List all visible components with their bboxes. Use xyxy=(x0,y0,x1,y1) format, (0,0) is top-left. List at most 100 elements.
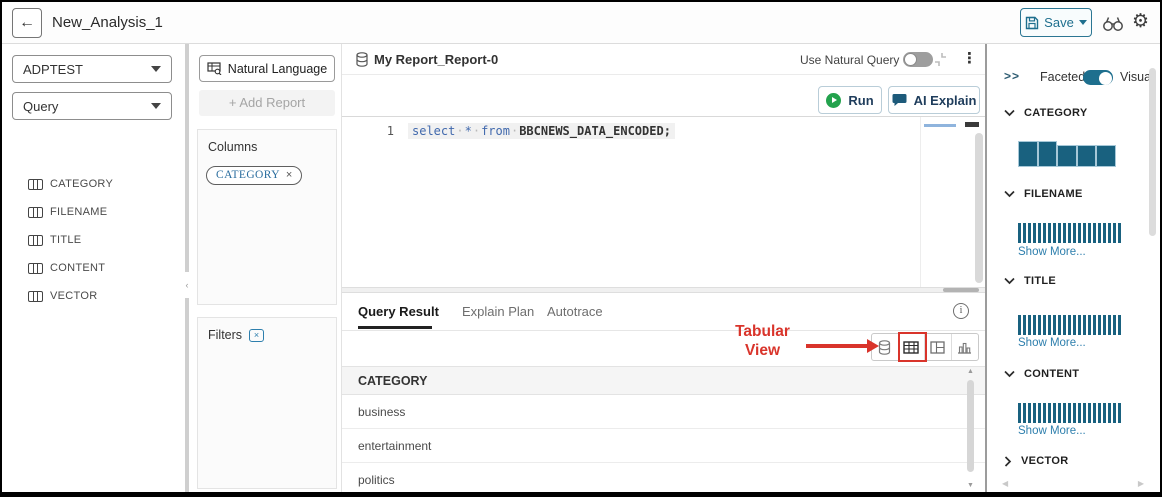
info-icon[interactable]: i xyxy=(953,303,969,319)
scrollbar-thumb[interactable] xyxy=(1149,68,1156,236)
facet-content-header[interactable]: CONTENT xyxy=(987,368,1160,380)
chip-remove-icon[interactable]: × xyxy=(286,169,292,181)
kebab-menu-icon[interactable]: ⋮ xyxy=(962,49,977,67)
report-header: My Report_Report-0 Use Natural Query ⋮ xyxy=(342,44,985,75)
facet-name: TITLE xyxy=(1024,275,1056,287)
column-chip-label: CATEGORY xyxy=(216,169,280,181)
table-row[interactable]: business xyxy=(342,395,985,429)
collapse-editor-icon[interactable] xyxy=(933,52,948,67)
back-button[interactable]: ← xyxy=(12,8,42,38)
result-view-switcher xyxy=(871,333,979,361)
category-histogram[interactable] xyxy=(1018,141,1116,167)
facet-title: TITLE xyxy=(987,275,1160,287)
column-item-title[interactable]: TITLE xyxy=(28,226,113,254)
schema-dropdown[interactable]: ADPTEST xyxy=(12,55,172,83)
table-column-icon xyxy=(28,179,43,190)
chevron-right-icon xyxy=(1004,456,1012,467)
chart-view-icon[interactable] xyxy=(952,334,978,360)
line-number: 1 xyxy=(380,124,394,138)
column-item-content[interactable]: CONTENT xyxy=(28,254,113,282)
active-tab-underline xyxy=(358,326,432,329)
column-item-label: FILENAME xyxy=(50,206,107,218)
results-scrollbar-thumb[interactable] xyxy=(967,380,974,472)
editor-scrollbar-handle[interactable] xyxy=(965,122,979,127)
chevron-down-icon xyxy=(1004,277,1015,285)
editor-vertical-scrollbar[interactable] xyxy=(975,133,983,283)
object-type-dropdown[interactable]: Query xyxy=(12,92,172,120)
ai-explain-label: AI Explain xyxy=(914,93,977,108)
annotation-arrow xyxy=(806,344,868,348)
facet-category-header[interactable]: CATEGORY xyxy=(987,107,1160,119)
top-bar: ← New_Analysis_1 Save ⚙ xyxy=(2,2,1160,44)
facet-filename-header[interactable]: FILENAME xyxy=(987,188,1160,200)
splitter-collapse-handle[interactable]: ‹ xyxy=(183,272,191,298)
natural-language-button[interactable]: Natural Language xyxy=(199,55,335,82)
faceted-visual-toggle[interactable] xyxy=(1083,70,1113,85)
results-tabs: Query Result Explain Plan Autotrace i xyxy=(342,293,985,331)
splitter-drag-pill[interactable] xyxy=(943,288,979,292)
results-scrollbar[interactable]: ▲ ▼ xyxy=(965,366,976,492)
save-dropdown-caret[interactable] xyxy=(1079,20,1087,25)
tabular-view-icon[interactable] xyxy=(899,334,926,360)
table-row[interactable]: entertainment xyxy=(342,429,985,463)
column-item-label: CATEGORY xyxy=(50,178,113,190)
add-report-button[interactable]: + Add Report xyxy=(199,90,335,116)
natural-query-toggle[interactable] xyxy=(903,52,933,67)
facet-name: CONTENT xyxy=(1024,368,1079,380)
column-item-category[interactable]: CATEGORY xyxy=(28,170,113,198)
tab-explain-plan[interactable]: Explain Plan xyxy=(462,304,534,319)
facet-panel-scrollbar[interactable] xyxy=(1149,66,1157,484)
results-toolbar: Tabular View xyxy=(342,331,985,366)
facet-vector-header[interactable]: VECTOR xyxy=(987,455,1160,467)
facet-title-header[interactable]: TITLE xyxy=(987,275,1160,287)
facet-category: CATEGORY xyxy=(987,107,1160,119)
annotation-line1: Tabular xyxy=(720,322,805,341)
column-item-filename[interactable]: FILENAME xyxy=(28,198,113,226)
tab-autotrace[interactable]: Autotrace xyxy=(547,304,603,319)
save-button-label: Save xyxy=(1044,15,1074,30)
facet-vector: VECTOR xyxy=(987,455,1160,467)
title-show-more-link[interactable]: Show More... xyxy=(1018,337,1086,349)
scroll-left-icon[interactable]: ◀ xyxy=(1002,479,1008,488)
table-row[interactable]: politics xyxy=(342,463,985,492)
binoculars-icon[interactable] xyxy=(1102,13,1124,33)
ai-explain-button[interactable]: AI Explain xyxy=(888,86,980,114)
split-view-icon[interactable] xyxy=(925,334,952,360)
facet-name: CATEGORY xyxy=(1024,107,1088,119)
filename-show-more-link[interactable]: Show More... xyxy=(1018,246,1086,258)
run-button[interactable]: Run xyxy=(818,86,882,114)
content-show-more-link[interactable]: Show More... xyxy=(1018,425,1086,437)
filters-clear-icon[interactable]: × xyxy=(249,329,264,342)
collapse-panel-icon[interactable]: >> xyxy=(1004,69,1020,83)
tabular-view-annotation: Tabular View xyxy=(720,322,805,360)
facet-content: CONTENT xyxy=(987,368,1160,380)
vertical-splitter[interactable]: ‹ xyxy=(183,44,191,492)
scroll-up-icon[interactable]: ▲ xyxy=(967,368,974,375)
save-icon xyxy=(1025,16,1039,30)
facet-name: VECTOR xyxy=(1021,455,1068,467)
column-item-vector[interactable]: VECTOR xyxy=(28,282,113,310)
table-column-icon xyxy=(28,263,43,274)
sql-editor[interactable]: 1 select·*·from·BBCNEWS_DATA_ENCODED; xyxy=(342,116,985,287)
content-histogram[interactable] xyxy=(1018,403,1123,423)
report-icon xyxy=(356,52,368,67)
app-window: ← New_Analysis_1 Save ⚙ ADPTEST Query CA… xyxy=(2,2,1160,492)
table-column-icon xyxy=(28,291,43,302)
title-histogram[interactable] xyxy=(1018,315,1123,335)
worksheet-area: My Report_Report-0 Use Natural Query ⋮ R… xyxy=(341,44,985,492)
column-list: CATEGORY FILENAME TITLE CONTENT VECTOR xyxy=(28,170,113,310)
gear-icon[interactable]: ⚙ xyxy=(1132,10,1149,32)
scroll-down-icon[interactable]: ▼ xyxy=(967,482,974,489)
filename-histogram[interactable] xyxy=(1018,223,1123,243)
save-button[interactable]: Save xyxy=(1020,8,1092,37)
result-column-header[interactable]: CATEGORY xyxy=(342,366,985,395)
column-chip-category[interactable]: CATEGORY × xyxy=(206,166,302,185)
columns-box: Columns CATEGORY × xyxy=(197,129,337,305)
scroll-right-icon[interactable]: ▶ xyxy=(1138,479,1144,488)
columns-box-title: Columns xyxy=(198,130,336,154)
tab-query-result[interactable]: Query Result xyxy=(358,304,439,319)
column-item-label: VECTOR xyxy=(50,290,97,302)
natural-language-label: Natural Language xyxy=(228,62,327,76)
editor-minimap[interactable] xyxy=(920,117,964,288)
table-column-icon xyxy=(28,207,43,218)
